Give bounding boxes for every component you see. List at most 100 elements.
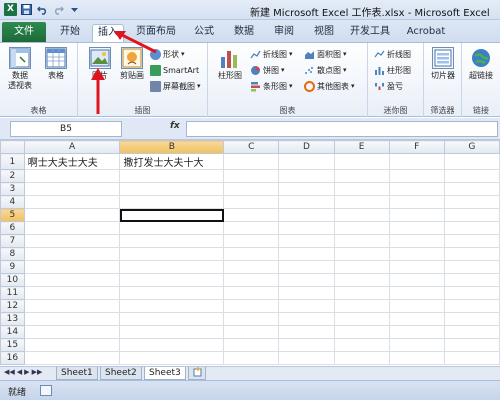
prev-sheet-icon[interactable]: ◀ (17, 368, 22, 376)
insert-sheet-icon[interactable] (188, 367, 206, 380)
cell-f3[interactable] (388, 182, 445, 196)
cell-d3[interactable] (278, 182, 335, 196)
cell-d2[interactable] (278, 169, 335, 183)
cell-e5[interactable] (333, 208, 390, 222)
cell-b8[interactable] (119, 247, 225, 261)
cell-d15[interactable] (278, 338, 335, 352)
row-header[interactable]: 16 (0, 351, 25, 365)
sheet-tab-3[interactable]: Sheet3 (144, 367, 186, 380)
column-header[interactable]: C (223, 140, 280, 154)
cell-b7[interactable] (119, 234, 225, 248)
row-header[interactable]: 5 (0, 208, 25, 222)
column-header[interactable]: E (333, 140, 390, 154)
row-header[interactable]: 1 (0, 153, 25, 170)
last-sheet-icon[interactable]: ▶▶ (32, 368, 43, 376)
cell-g8[interactable] (443, 247, 500, 261)
cell-d9[interactable] (278, 260, 335, 274)
cell-d12[interactable] (278, 299, 335, 313)
cell-e12[interactable] (333, 299, 390, 313)
cell-g10[interactable] (443, 273, 500, 287)
column-header[interactable]: B (119, 140, 225, 154)
cell-g1[interactable] (443, 153, 500, 170)
cell-b1[interactable]: 撒打发士大夫十大 (119, 153, 225, 170)
fx-button[interactable]: fx (170, 121, 180, 131)
cell-a13[interactable] (23, 312, 121, 326)
cell-g5[interactable] (443, 208, 500, 222)
cell-g11[interactable] (443, 286, 500, 300)
other-charts-button[interactable]: 其他图表 ▾ (304, 79, 355, 93)
cell-e3[interactable] (333, 182, 390, 196)
tab-home[interactable]: 开始 (54, 24, 86, 42)
cell-a7[interactable] (23, 234, 121, 248)
row-header[interactable]: 8 (0, 247, 25, 261)
cell-g7[interactable] (443, 234, 500, 248)
cell-c2[interactable] (223, 169, 280, 183)
cell-a10[interactable] (23, 273, 121, 287)
cell-d8[interactable] (278, 247, 335, 261)
row-header[interactable]: 4 (0, 195, 25, 209)
cell-e11[interactable] (333, 286, 390, 300)
sparkline-winloss-button[interactable]: 盈亏 (374, 79, 403, 93)
column-header[interactable]: A (23, 140, 121, 154)
cell-f14[interactable] (388, 325, 445, 339)
cell-a11[interactable] (23, 286, 121, 300)
cell-b4[interactable] (119, 195, 225, 209)
row-header[interactable]: 7 (0, 234, 25, 248)
row-header[interactable]: 10 (0, 273, 25, 287)
row-header[interactable]: 11 (0, 286, 25, 300)
next-sheet-icon[interactable]: ▶ (24, 368, 29, 376)
cell-a1[interactable]: 啊士大夫士大夫 (23, 153, 121, 170)
cell-d5[interactable] (278, 208, 335, 222)
cell-g2[interactable] (443, 169, 500, 183)
cell-g4[interactable] (443, 195, 500, 209)
cell-f4[interactable] (388, 195, 445, 209)
cell-e6[interactable] (333, 221, 390, 235)
column-header[interactable]: D (278, 140, 335, 154)
sheet-tab-1[interactable]: Sheet1 (56, 367, 98, 380)
cell-e9[interactable] (333, 260, 390, 274)
line-chart-button[interactable]: 折线图 ▾ (250, 47, 293, 61)
column-header[interactable]: G (443, 140, 500, 154)
cell-c16[interactable] (223, 351, 280, 365)
area-chart-button[interactable]: 面积图 ▾ (304, 47, 347, 61)
sparkline-column-button[interactable]: 柱形图 (374, 63, 411, 77)
cell-a3[interactable] (23, 182, 121, 196)
cell-d4[interactable] (278, 195, 335, 209)
cell-g14[interactable] (443, 325, 500, 339)
cell-c14[interactable] (223, 325, 280, 339)
cell-b15[interactable] (119, 338, 225, 352)
cell-f5[interactable] (388, 208, 445, 222)
sparkline-line-button[interactable]: 折线图 (374, 47, 411, 61)
cell-d7[interactable] (278, 234, 335, 248)
cell-a14[interactable] (23, 325, 121, 339)
tab-formulas[interactable]: 公式 (188, 24, 220, 42)
bar-chart-button[interactable]: 条形图 ▾ (250, 79, 293, 93)
cell-b3[interactable] (119, 182, 225, 196)
cell-c7[interactable] (223, 234, 280, 248)
cell-g12[interactable] (443, 299, 500, 313)
cell-c9[interactable] (223, 260, 280, 274)
cell-d11[interactable] (278, 286, 335, 300)
cell-g13[interactable] (443, 312, 500, 326)
cell-c4[interactable] (223, 195, 280, 209)
cell-c15[interactable] (223, 338, 280, 352)
smartart-button[interactable]: SmartArt (150, 63, 199, 77)
cell-c12[interactable] (223, 299, 280, 313)
cell-a2[interactable] (23, 169, 121, 183)
select-all-corner[interactable] (0, 140, 25, 154)
cell-b14[interactable] (119, 325, 225, 339)
customize-icon[interactable] (68, 3, 81, 16)
redo-icon[interactable] (52, 3, 65, 16)
cell-b9[interactable] (119, 260, 225, 274)
cell-g16[interactable] (443, 351, 500, 365)
cell-f6[interactable] (388, 221, 445, 235)
cell-f11[interactable] (388, 286, 445, 300)
pie-chart-button[interactable]: 饼图 ▾ (250, 63, 285, 77)
tab-acrobat[interactable]: Acrobat (404, 24, 448, 42)
cell-c1[interactable] (223, 153, 280, 170)
cell-f16[interactable] (388, 351, 445, 365)
cell-c10[interactable] (223, 273, 280, 287)
cell-f10[interactable] (388, 273, 445, 287)
column-chart-button[interactable]: 柱形图 (214, 47, 246, 81)
tab-view[interactable]: 视图 (308, 24, 340, 42)
